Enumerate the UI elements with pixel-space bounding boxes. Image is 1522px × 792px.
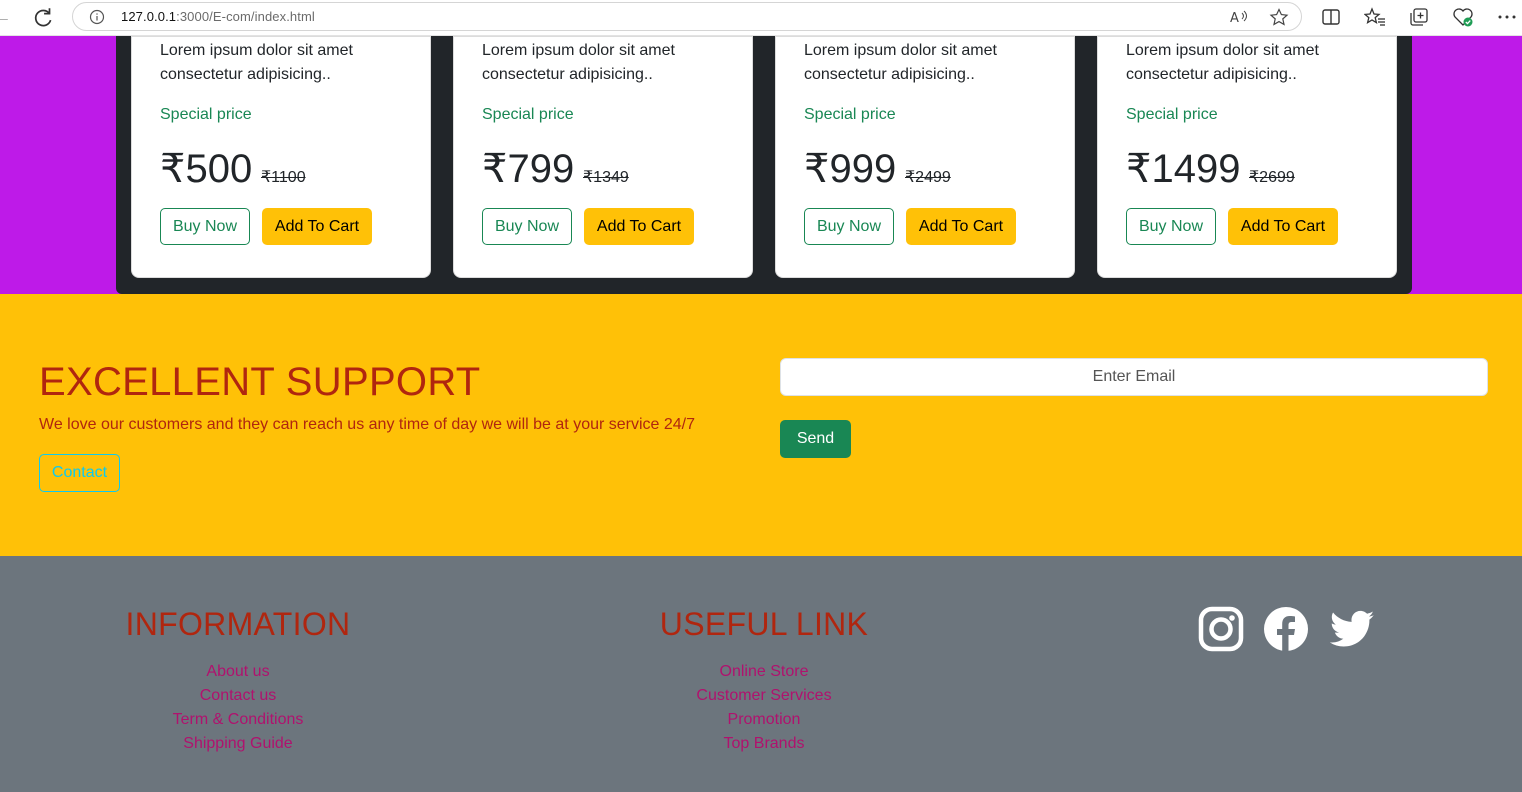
product-card: Lorem ipsum dolor sit amet consectetur a… xyxy=(131,36,431,278)
special-price-label: Special price xyxy=(1126,106,1218,123)
product-description: Lorem ipsum dolor sit amet consectetur a… xyxy=(482,42,675,83)
more-options-icon[interactable] xyxy=(1496,6,1518,28)
footer-link-shipping[interactable]: Shipping Guide xyxy=(112,732,364,756)
read-aloud-icon[interactable]: A xyxy=(1229,8,1249,26)
buy-now-button[interactable]: Buy Now xyxy=(1126,208,1216,245)
product-description: Lorem ipsum dolor sit amet consectetur a… xyxy=(1126,42,1319,83)
original-price: ₹1349 xyxy=(583,169,629,186)
address-bar[interactable]: 127.0.0.1:3000/E-com/index.html A xyxy=(72,2,1302,31)
buy-now-button[interactable]: Buy Now xyxy=(160,208,250,245)
url-text[interactable]: 127.0.0.1:3000/E-com/index.html xyxy=(121,9,315,24)
special-price-label: Special price xyxy=(804,106,896,123)
footer-link-contact[interactable]: Contact us xyxy=(112,684,364,708)
footer-link-terms[interactable]: Term & Conditions xyxy=(112,708,364,732)
back-arrow-icon[interactable]: – xyxy=(0,10,8,26)
buy-now-button[interactable]: Buy Now xyxy=(804,208,894,245)
original-price: ₹2699 xyxy=(1249,169,1295,186)
original-price: ₹2499 xyxy=(905,169,951,186)
special-price-label: Special price xyxy=(160,106,252,123)
footer-link-top-brands[interactable]: Top Brands xyxy=(644,732,884,756)
favorite-star-icon[interactable] xyxy=(1269,8,1289,26)
support-text: We love our customers and they can reach… xyxy=(39,416,696,433)
product-card: Lorem ipsum dolor sit amet consectetur a… xyxy=(453,36,753,278)
add-to-cart-button[interactable]: Add To Cart xyxy=(262,208,372,245)
twitter-icon[interactable] xyxy=(1330,606,1376,652)
send-button[interactable]: Send xyxy=(780,420,851,458)
footer-link-about[interactable]: About us xyxy=(112,660,364,684)
favorites-icon[interactable] xyxy=(1364,6,1386,28)
support-title: EXCELLENT SUPPORT xyxy=(39,360,481,404)
buy-now-button[interactable]: Buy Now xyxy=(482,208,572,245)
original-price: ₹1100 xyxy=(261,169,306,186)
product-price: ₹500 xyxy=(160,147,253,191)
products-container: Lorem ipsum dolor sit amet consectetur a… xyxy=(116,36,1412,294)
information-title: INFORMATION xyxy=(125,606,351,642)
footer-link-customer-services[interactable]: Customer Services xyxy=(644,684,884,708)
products-band: Lorem ipsum dolor sit amet consectetur a… xyxy=(0,36,1522,294)
browser-essentials-icon[interactable] xyxy=(1452,6,1474,28)
url-path: :3000/E-com/index.html xyxy=(176,9,315,24)
add-to-cart-button[interactable]: Add To Cart xyxy=(906,208,1016,245)
collections-icon[interactable] xyxy=(1408,6,1430,28)
product-card: Lorem ipsum dolor sit amet consectetur a… xyxy=(1097,36,1397,278)
footer-link-promotion[interactable]: Promotion xyxy=(644,708,884,732)
support-section: EXCELLENT SUPPORT We love our customers … xyxy=(0,294,1522,556)
add-to-cart-button[interactable]: Add To Cart xyxy=(1228,208,1338,245)
footer: INFORMATION About us Contact us Term & C… xyxy=(0,556,1522,792)
footer-link-online-store[interactable]: Online Store xyxy=(644,660,884,684)
special-price-label: Special price xyxy=(482,106,574,123)
add-to-cart-button[interactable]: Add To Cart xyxy=(584,208,694,245)
useful-link-title: USEFUL LINK xyxy=(659,606,869,642)
browser-toolbar: – 127.0.0.1:3000/E-com/index.html A xyxy=(0,0,1522,36)
split-screen-icon[interactable] xyxy=(1320,6,1342,28)
site-info-icon[interactable] xyxy=(89,9,105,25)
product-description: Lorem ipsum dolor sit amet consectetur a… xyxy=(160,42,353,83)
facebook-icon[interactable] xyxy=(1263,606,1309,652)
product-price: ₹1499 xyxy=(1126,147,1241,191)
product-card: Lorem ipsum dolor sit amet consectetur a… xyxy=(775,36,1075,278)
email-input[interactable] xyxy=(780,358,1488,396)
url-host: 127.0.0.1 xyxy=(121,9,177,24)
information-column: INFORMATION About us Contact us Term & C… xyxy=(112,604,364,756)
useful-link-column: USEFUL LINK Online Store Customer Servic… xyxy=(644,604,884,756)
product-price: ₹999 xyxy=(804,147,897,191)
svg-text:A: A xyxy=(1230,11,1239,26)
contact-button[interactable]: Contact xyxy=(39,454,120,492)
reload-icon[interactable] xyxy=(30,5,56,31)
instagram-icon[interactable] xyxy=(1198,606,1244,652)
product-description: Lorem ipsum dolor sit amet consectetur a… xyxy=(804,42,997,83)
product-price: ₹799 xyxy=(482,147,575,191)
